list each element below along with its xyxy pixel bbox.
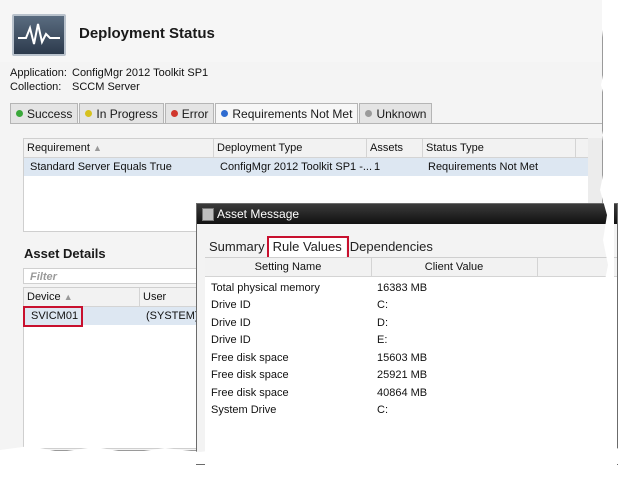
torn-edge-right — [600, 0, 614, 460]
collection-meta: Collection: SCCM Server — [10, 81, 140, 93]
tab-label: Unknown — [376, 106, 427, 121]
monitor-graph-icon — [12, 14, 66, 56]
setting-name: Drive ID — [211, 299, 251, 311]
in-progress-dot-icon — [85, 110, 93, 117]
application-value: ConfigMgr 2012 Toolkit SP1 — [72, 67, 209, 79]
rule-values-grid: Setting Name Client Value Total physical… — [205, 257, 617, 468]
dialog-title: Asset Message — [217, 207, 300, 221]
dialog-title-bar[interactable]: Asset Message — [197, 204, 617, 224]
client-value: C: — [377, 404, 388, 416]
client-value: 25921 MB — [377, 369, 428, 381]
setting-name: Free disk space — [211, 369, 289, 381]
tab-requirements-not-met[interactable]: Requirements Not Met — [215, 103, 359, 123]
application-meta: Application: ConfigMgr 2012 Toolkit SP1 — [10, 67, 208, 79]
tab-divider — [10, 123, 602, 124]
tab-label: In Progress — [96, 106, 158, 121]
column-header-device[interactable]: Device ▲ — [24, 288, 140, 306]
tab-in-progress[interactable]: In Progress — [79, 103, 164, 123]
tab-label: Requirements Not Met — [232, 106, 353, 121]
column-label: Requirement — [27, 142, 90, 154]
column-header-setting-name[interactable]: Setting Name — [205, 258, 372, 276]
filter-input[interactable]: Filter — [23, 268, 198, 284]
client-value: E: — [377, 334, 388, 346]
client-value: 15603 MB — [377, 352, 428, 364]
table-row[interactable]: Drive ID E: — [205, 332, 617, 349]
setting-name: System Drive — [211, 404, 277, 416]
cell-assets: 1 — [374, 161, 381, 173]
requirements-not-met-dot-icon — [221, 110, 229, 117]
tab-label: Success — [27, 106, 73, 121]
asset-grid-header: Device ▲ User — [24, 288, 199, 307]
torn-edge-bottom — [0, 446, 620, 464]
table-row[interactable]: Total physical memory 16383 MB — [205, 280, 617, 297]
column-header-user[interactable]: User — [140, 288, 200, 306]
column-header-client-value[interactable]: Client Value — [371, 258, 538, 276]
setting-name: Drive ID — [211, 334, 251, 346]
table-row[interactable]: Drive ID C: — [205, 297, 617, 314]
table-row[interactable]: System Drive C: — [205, 402, 617, 419]
table-row[interactable]: Free disk space 25921 MB — [205, 367, 617, 384]
tab-error[interactable]: Error — [164, 103, 215, 123]
deployment-grid-header: Requirement ▲ Deployment Type Assets Sta… — [24, 139, 602, 158]
collection-value: SCCM Server — [72, 81, 140, 93]
tab-summary[interactable]: Summary — [205, 236, 269, 257]
client-value: 16383 MB — [377, 282, 428, 294]
setting-name: Free disk space — [211, 352, 289, 364]
table-row[interactable]: Free disk space 15603 MB — [205, 350, 617, 367]
unknown-dot-icon — [365, 110, 373, 117]
table-row[interactable]: Drive ID D: — [205, 315, 617, 332]
collection-label: Collection: — [10, 81, 62, 93]
dialog-body: Summary Rule Values Dependencies Setting… — [197, 224, 617, 468]
cell-user: (SYSTEM) — [146, 310, 199, 322]
tab-unknown[interactable]: Unknown — [359, 103, 433, 123]
asset-details-heading: Asset Details — [24, 246, 106, 261]
rule-values-header: Setting Name Client Value — [205, 258, 617, 277]
client-value: D: — [377, 317, 388, 329]
client-value: 40864 MB — [377, 387, 428, 399]
sort-asc-icon: ▲ — [63, 292, 73, 302]
tab-success[interactable]: Success — [10, 103, 79, 123]
column-header-status-type[interactable]: Status Type — [423, 139, 576, 157]
error-dot-icon — [170, 110, 178, 117]
table-row[interactable]: Free disk space 40864 MB — [205, 385, 617, 402]
column-label: Device — [27, 291, 61, 303]
tab-dependencies[interactable]: Dependencies — [346, 236, 437, 257]
application-label: Application: — [10, 67, 67, 79]
tab-label: Error — [181, 106, 209, 121]
page-title: Deployment Status — [79, 25, 215, 42]
cell-status-type: Requirements Not Met — [428, 161, 539, 173]
success-dot-icon — [16, 110, 23, 117]
header: Deployment Status — [0, 0, 602, 62]
column-header-assets[interactable]: Assets — [367, 139, 423, 157]
setting-name: Drive ID — [211, 317, 251, 329]
client-value: C: — [377, 299, 388, 311]
cell-requirement: Standard Server Equals True — [30, 161, 172, 173]
column-header-requirement[interactable]: Requirement ▲ — [24, 139, 214, 157]
status-tabs: Success In Progress Error Requirements N… — [10, 103, 433, 123]
window-icon — [202, 208, 214, 221]
cell-deployment-type: ConfigMgr 2012 Toolkit SP1 -... — [220, 161, 373, 173]
asset-message-dialog: Asset Message Summary Rule Values Depend… — [196, 203, 618, 468]
setting-name: Free disk space — [211, 387, 289, 399]
column-header-deployment-type[interactable]: Deployment Type — [214, 139, 367, 157]
sort-asc-icon: ▲ — [93, 143, 102, 153]
table-row[interactable]: Standard Server Equals True ConfigMgr 20… — [24, 158, 602, 176]
setting-name: Total physical memory — [211, 282, 320, 294]
device-highlight-box — [23, 306, 83, 327]
